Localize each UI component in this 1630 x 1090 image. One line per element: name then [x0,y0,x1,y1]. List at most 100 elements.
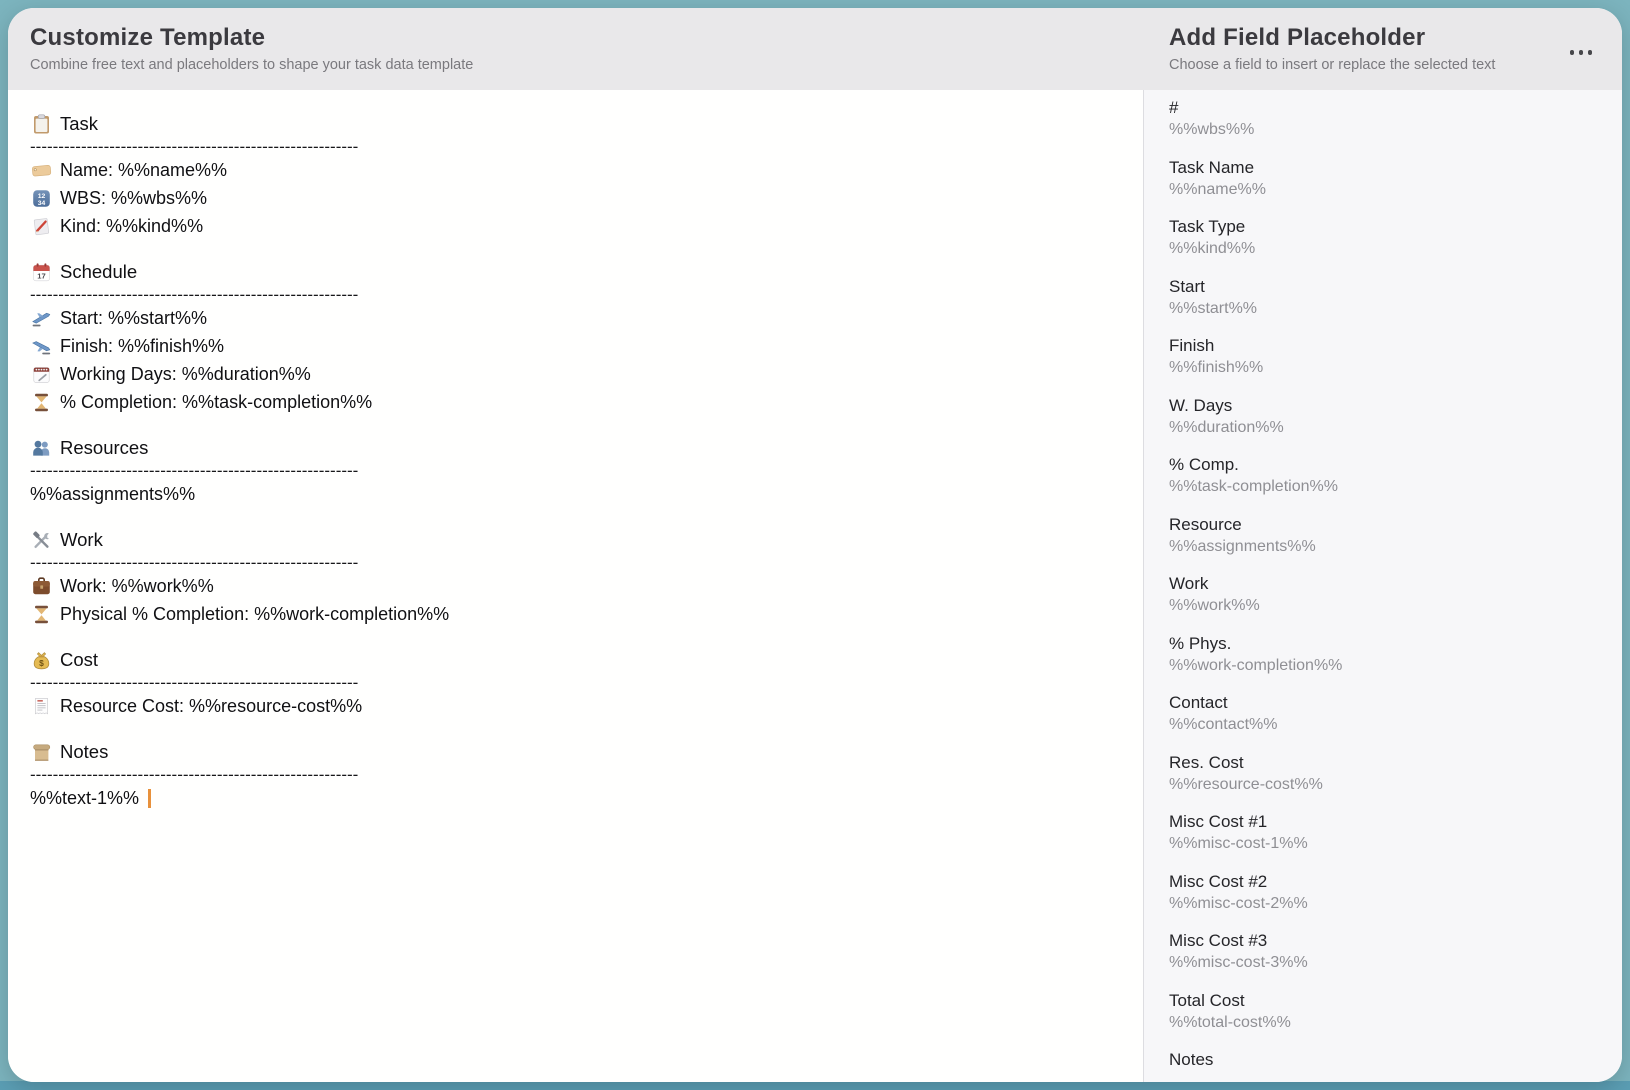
editor-text-line: Work: %%work%% [30,572,1119,600]
field-placeholder-item[interactable]: W. Days %%duration%% [1169,395,1604,439]
busts-icon [30,437,52,459]
editor-text-line: %%text-1%% [30,784,1119,812]
field-placeholder-item[interactable]: Misc Cost #2 %%misc-cost-2%% [1169,871,1604,915]
briefcase-icon [30,575,52,597]
airplane-departure-icon [30,307,52,329]
field-label: % Comp. [1169,454,1604,476]
field-label: Res. Cost [1169,752,1604,774]
field-label: Finish [1169,335,1604,357]
template-editor[interactable]: Task------------------------------------… [8,90,1143,1082]
field-placeholder-item[interactable]: Notes [1169,1049,1604,1071]
editor-text-line: Working Days: %%duration%% [30,360,1119,388]
field-placeholder-code: %%name%% [1169,179,1604,201]
left-header: Customize Template Combine free text and… [30,24,473,73]
field-placeholder-item[interactable]: Task Name %%name%% [1169,157,1604,201]
field-placeholder-item[interactable]: # %%wbs%% [1169,97,1604,141]
field-label: Misc Cost #3 [1169,930,1604,952]
editor-text: %%assignments%% [30,484,195,505]
svg-text:17: 17 [37,271,45,280]
airplane-arrival-icon [30,335,52,357]
scroll-icon [30,741,52,763]
editor-text-line: $ Cost [30,646,1119,674]
field-placeholder-item[interactable]: Finish %%finish%% [1169,335,1604,379]
editor-text: % Completion: %%task-completion%% [60,392,372,413]
spiral-calendar-icon [30,363,52,385]
editor-text-line: Work [30,526,1119,554]
editor-text: WBS: %%wbs%% [60,188,207,209]
field-label: Start [1169,276,1604,298]
field-placeholder-code: %%assignments%% [1169,536,1604,558]
editor-text: Kind: %%kind%% [60,216,203,237]
field-placeholder-code: %%contact%% [1169,714,1604,736]
field-placeholder-item[interactable]: Misc Cost #3 %%misc-cost-3%% [1169,930,1604,974]
field-placeholder-item[interactable]: % Comp. %%task-completion%% [1169,454,1604,498]
editor-text-line: Name: %%name%% [30,156,1119,184]
field-placeholder-item[interactable]: Resource %%assignments%% [1169,514,1604,558]
money-bag-icon: $ [30,649,52,671]
panel-subtitle: Choose a field to insert or replace the … [1169,57,1495,73]
field-placeholder-code: %%task-completion%% [1169,476,1604,498]
editor-text: Schedule [60,261,137,283]
memo-icon [30,215,52,237]
field-label: Total Cost [1169,990,1604,1012]
field-placeholder-code: %%start%% [1169,298,1604,320]
field-placeholder-item[interactable]: Work %%work%% [1169,573,1604,617]
dialog-header: Customize Template Combine free text and… [8,8,1622,90]
field-placeholder-item[interactable]: % Phys. %%work-completion%% [1169,633,1604,677]
dialog-content: Task------------------------------------… [8,90,1622,1082]
field-label: Contact [1169,692,1604,714]
input-numbers-icon: 1234 [30,187,52,209]
editor-text-line: 1234 WBS: %%wbs%% [30,184,1119,212]
editor-text-line: Kind: %%kind%% [30,212,1119,240]
field-label: Notes [1169,1049,1604,1071]
editor-text: Finish: %%finish%% [60,336,224,357]
editor-text: Working Days: %%duration%% [60,364,311,385]
field-placeholder-code: %%finish%% [1169,357,1604,379]
right-header: Add Field Placeholder Choose a field to … [1169,24,1495,73]
field-label: Task Name [1169,157,1604,179]
field-label: # [1169,97,1604,119]
editor-text: Work [60,529,103,551]
ellipsis-icon[interactable] [1566,46,1597,59]
field-label: % Phys. [1169,633,1604,655]
field-placeholder-item[interactable]: Start %%start%% [1169,276,1604,320]
editor-text: Resource Cost: %%resource-cost%% [60,696,362,717]
field-placeholder-code: %%misc-cost-1%% [1169,833,1604,855]
field-placeholder-code: %%misc-cost-2%% [1169,893,1604,915]
editor-text-line: 17 Schedule [30,258,1119,286]
editor-text: Cost [60,649,98,671]
editor-text: Work: %%work%% [60,576,214,597]
editor-text: Name: %%name%% [60,160,227,181]
receipt-icon [30,695,52,717]
field-placeholder-code: %%total-cost%% [1169,1012,1604,1034]
field-placeholder-item[interactable]: Misc Cost #1 %%misc-cost-1%% [1169,811,1604,855]
editor-divider-line: ----------------------------------------… [30,674,1119,692]
field-placeholder-panel: # %%wbs%% Task Name %%name%% Task Type %… [1143,90,1622,1082]
field-label: Work [1169,573,1604,595]
field-placeholder-item[interactable]: Res. Cost %%resource-cost%% [1169,752,1604,796]
editor-divider-line: ----------------------------------------… [30,286,1119,304]
field-placeholder-code: %%duration%% [1169,417,1604,439]
field-placeholder-code: %%work-completion%% [1169,655,1604,677]
editor-divider-line: ----------------------------------------… [30,138,1119,156]
background-bottom-strip [0,1081,1630,1090]
field-placeholder-item[interactable]: Contact %%contact%% [1169,692,1604,736]
editor-text-line: Physical % Completion: %%work-completion… [30,600,1119,628]
field-label: Task Type [1169,216,1604,238]
editor-text-line: Resources [30,434,1119,462]
hourglass-icon [30,603,52,625]
editor-text-line: %%assignments%% [30,480,1119,508]
editor-text-line: Resource Cost: %%resource-cost%% [30,692,1119,720]
field-placeholder-item[interactable]: Total Cost %%total-cost%% [1169,990,1604,1034]
field-placeholder-code: %%kind%% [1169,238,1604,260]
editor-text-line: Notes [30,738,1119,766]
field-placeholder-code: %%resource-cost%% [1169,774,1604,796]
editor-text: Start: %%start%% [60,308,207,329]
page-title: Customize Template [30,24,473,52]
editor-text: Resources [60,437,148,459]
editor-text: Notes [60,741,108,763]
hammer-wrench-icon [30,529,52,551]
editor-divider-line: ----------------------------------------… [30,766,1119,784]
field-placeholder-item[interactable]: Task Type %%kind%% [1169,216,1604,260]
text-cursor [148,789,151,808]
